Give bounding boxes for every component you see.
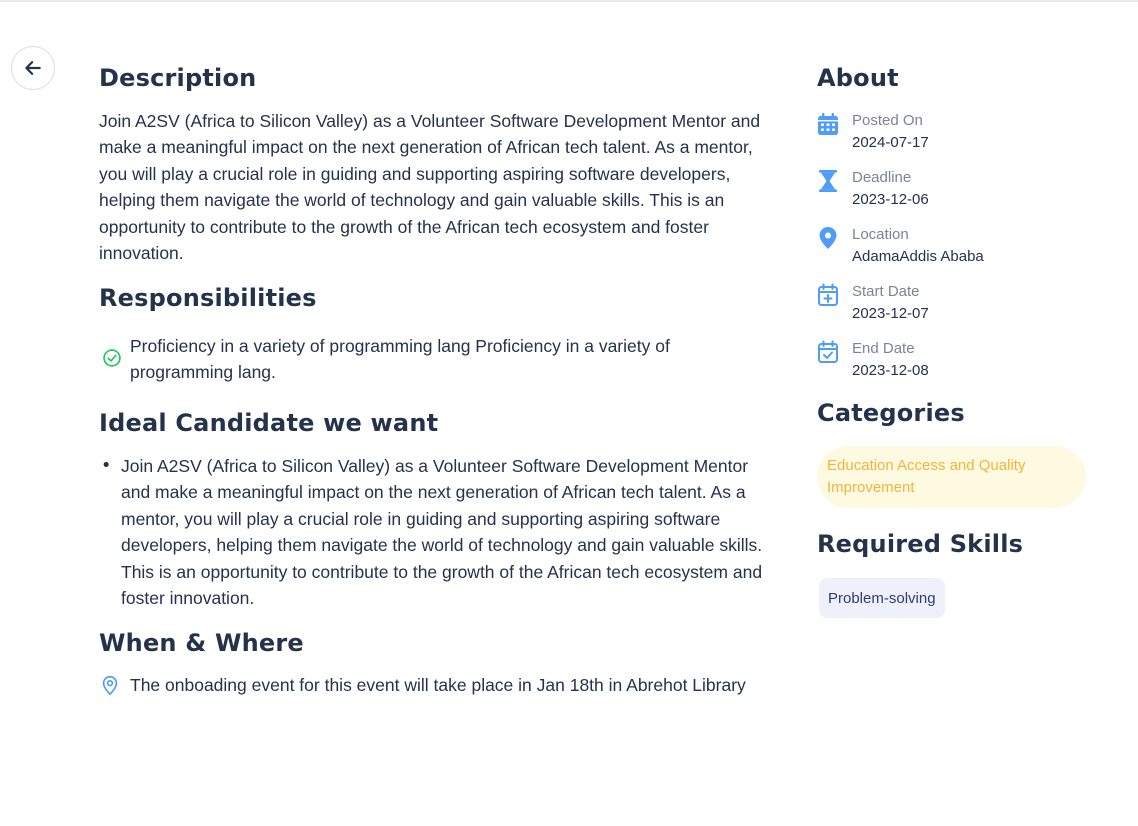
location-pin-icon [817, 224, 852, 268]
map-pin-icon [99, 672, 130, 700]
about-label: Deadline [852, 169, 912, 186]
calendar-icon [817, 110, 852, 154]
about-value: 2023-12-07 [852, 305, 929, 322]
about-label: End Date [852, 340, 915, 357]
list-item: • Join A2SV (Africa to Silicon Valley) a… [99, 453, 774, 611]
when-where-heading: When & Where [99, 629, 304, 657]
description-text: Join A2SV (Africa to Silicon Valley) as … [99, 111, 761, 264]
category-tag: Education Access and Quality Improvement [817, 446, 1086, 508]
description-heading: Description [99, 64, 257, 92]
about-item-location: Location AdamaAddis Ababa [817, 224, 984, 268]
about-value: AdamaAddis Ababa [852, 248, 984, 265]
about-value: 2023-12-06 [852, 191, 929, 208]
about-label: Location [852, 226, 909, 243]
when-where-item: The onboading event for this event will … [99, 672, 746, 700]
skill-tag: Problem-solving [819, 578, 945, 618]
back-button[interactable] [11, 46, 55, 90]
responsibility-item: Proficiency in a variety of programming … [99, 333, 719, 386]
categories-heading: Categories [817, 399, 965, 427]
when-where-text: The onboading event for this event will … [130, 675, 746, 695]
about-item-end-date: End Date 2023-12-08 [817, 338, 929, 382]
ideal-candidate-heading: Ideal Candidate we want [99, 409, 439, 437]
about-item-deadline: Deadline 2023-12-06 [817, 167, 929, 211]
about-item-start-date: Start Date 2023-12-07 [817, 281, 929, 325]
arrow-left-icon [25, 61, 41, 75]
top-divider [0, 0, 1138, 2]
responsibilities-heading: Responsibilities [99, 284, 317, 312]
required-skills-heading: Required Skills [817, 530, 1024, 558]
bullet-icon: • [101, 456, 112, 476]
calendar-check-icon [817, 338, 852, 382]
about-label: Posted On [852, 112, 923, 129]
about-heading: About [817, 64, 899, 92]
ideal-candidate-list: • Join A2SV (Africa to Silicon Valley) a… [99, 453, 774, 611]
about-item-posted-on: Posted On 2024-07-17 [817, 110, 929, 154]
about-label: Start Date [852, 283, 920, 300]
hourglass-icon [817, 167, 852, 211]
ideal-candidate-text: Join A2SV (Africa to Silicon Valley) as … [121, 456, 763, 609]
about-value: 2023-12-08 [852, 362, 929, 379]
calendar-plus-icon [817, 281, 852, 325]
about-value: 2024-07-17 [852, 134, 929, 151]
check-circle-icon [99, 333, 130, 386]
responsibility-text: Proficiency in a variety of programming … [130, 336, 670, 383]
